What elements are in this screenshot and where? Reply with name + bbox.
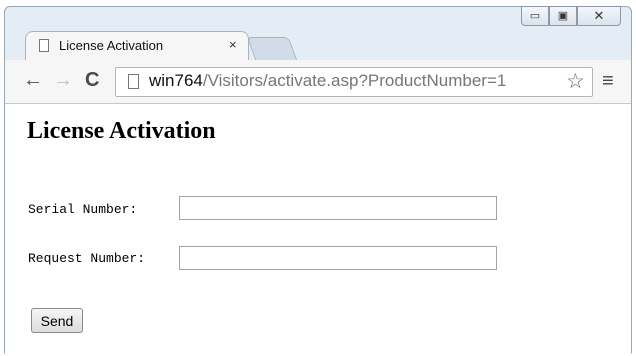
browser-toolbar: ← → C win764/Visitors/activate.asp?Produ… [5, 60, 631, 104]
url-text[interactable]: win764/Visitors/activate.asp?ProductNumb… [149, 71, 506, 91]
close-window-button[interactable]: ✕ [577, 6, 621, 26]
minimize-button[interactable]: ▭ [521, 6, 549, 26]
address-bar[interactable]: win764/Visitors/activate.asp?ProductNumb… [115, 67, 593, 97]
forward-arrow-icon[interactable]: → [53, 70, 73, 90]
back-arrow-icon[interactable]: ← [23, 70, 43, 90]
page-title: License Activation [27, 118, 216, 144]
serial-number-label: Serial Number: [28, 202, 138, 217]
url-path: /Visitors/activate.asp?ProductNumber=1 [202, 71, 507, 90]
reload-icon[interactable]: C [85, 70, 99, 90]
menu-icon[interactable]: ≡ [602, 71, 614, 91]
url-host: win764 [149, 71, 203, 90]
browser-window: ▭ ▣ ✕ License Activation × ← → C win764/… [4, 6, 632, 354]
page-content: License Activation Serial Number: Reques… [5, 104, 631, 354]
send-button[interactable]: Send [31, 308, 83, 333]
page-icon [128, 74, 139, 89]
close-tab-icon[interactable]: × [229, 37, 237, 52]
bookmark-star-icon[interactable]: ☆ [566, 69, 585, 94]
request-number-label: Request Number: [28, 251, 146, 266]
serial-number-input[interactable] [179, 196, 497, 220]
browser-tab[interactable]: License Activation × [25, 31, 249, 61]
maximize-button[interactable]: ▣ [549, 6, 577, 26]
new-tab-button[interactable] [246, 37, 298, 60]
request-number-input[interactable] [179, 246, 497, 270]
tab-title: License Activation [59, 38, 164, 53]
page-icon [39, 39, 49, 52]
